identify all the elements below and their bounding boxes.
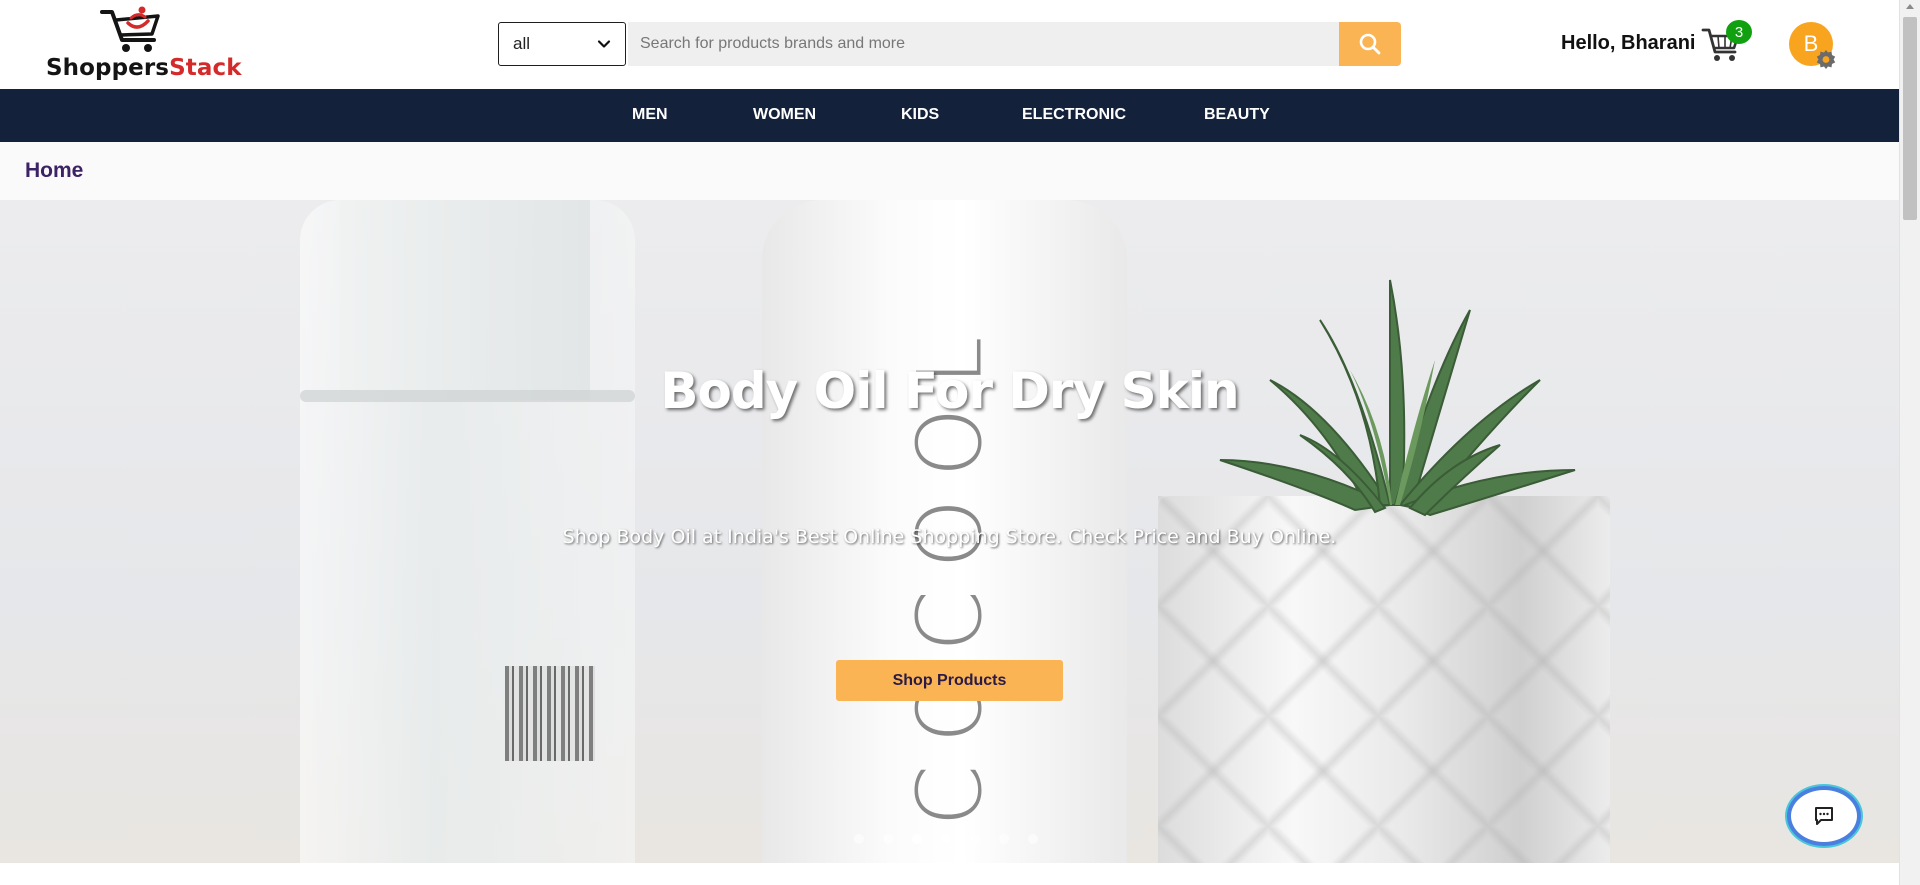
carousel-dot[interactable] <box>970 834 980 844</box>
search-input[interactable]: Search for products brands and more <box>628 22 1340 66</box>
header: ShoppersStack all Search for products br… <box>0 0 1899 89</box>
category-selected-value: all <box>513 34 531 53</box>
logo-text-stack: Stack <box>169 55 242 81</box>
scroll-up-arrow-icon[interactable] <box>1906 4 1914 9</box>
hero-carousel: COCOOL Body Oil For Dry Skin Shop Body O… <box>0 200 1899 863</box>
category-nav: MEN WOMEN KIDS ELECTRONIC BEAUTY <box>0 89 1899 142</box>
carousel-indicators <box>854 834 1038 846</box>
logo-text-shoppers: Shoppers <box>46 55 170 81</box>
page-bottom-strip <box>0 863 1899 885</box>
carousel-dot[interactable] <box>883 834 893 844</box>
logo[interactable]: ShoppersStack <box>46 4 246 84</box>
nav-item-women[interactable]: WOMEN <box>753 106 816 124</box>
nav-item-men[interactable]: MEN <box>632 106 668 124</box>
cart-logo-icon <box>100 6 160 52</box>
category-select[interactable]: all <box>498 22 626 66</box>
user-greeting: Hello, Bharani <box>1561 32 1696 54</box>
nav-item-kids[interactable]: KIDS <box>901 106 939 124</box>
gear-icon[interactable] <box>1815 48 1837 70</box>
carousel-dot[interactable] <box>941 834 951 844</box>
scroll-thumb[interactable] <box>1903 17 1917 220</box>
carousel-dot[interactable] <box>854 834 864 844</box>
carousel-dot-active[interactable] <box>912 834 922 844</box>
breadcrumb: Home <box>0 142 1899 200</box>
chat-icon <box>1815 807 1833 825</box>
search-button[interactable] <box>1339 22 1401 66</box>
chat-button[interactable] <box>1787 786 1861 846</box>
vertical-scrollbar[interactable] <box>1899 0 1920 885</box>
page: ShoppersStack all Search for products br… <box>0 0 1920 885</box>
chevron-down-icon <box>597 40 611 48</box>
shop-products-button[interactable]: Shop Products <box>836 660 1063 701</box>
nav-item-electronic[interactable]: ELECTRONIC <box>1022 106 1126 124</box>
hero-title: Body Oil For Dry Skin <box>660 362 1239 420</box>
plant-pot-facets <box>1158 496 1610 863</box>
search-icon <box>1359 33 1381 55</box>
logo-wordmark: ShoppersStack <box>46 55 242 81</box>
hero-subtitle: Shop Body Oil at India's Best Online Sho… <box>562 526 1337 548</box>
nav-item-beauty[interactable]: BEAUTY <box>1204 106 1270 124</box>
search-placeholder: Search for products brands and more <box>640 35 906 52</box>
barcode-image <box>505 666 595 761</box>
breadcrumb-home[interactable]: Home <box>25 159 83 183</box>
carousel-dot[interactable] <box>999 834 1009 844</box>
cart-count-badge: 3 <box>1726 20 1752 44</box>
carousel-dot[interactable] <box>1028 834 1038 844</box>
